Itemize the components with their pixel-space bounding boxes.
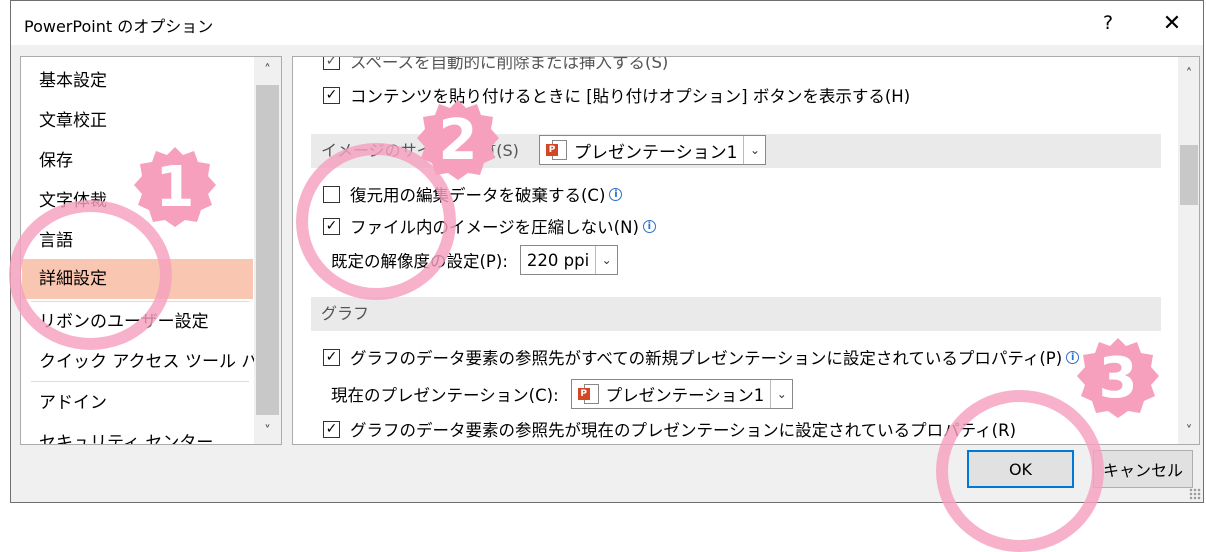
chart-current-prop-checkbox[interactable]: ✓	[323, 420, 340, 438]
window-title: PowerPoint のオプション	[24, 17, 214, 36]
checkmark-icon: ✓	[325, 218, 338, 234]
chart-all-new-label: グラフのデータ要素の参照先がすべての新規プレゼンテーションに設定されているプロパ…	[350, 349, 1063, 368]
sidebar-item-language[interactable]: 言語	[22, 221, 253, 261]
info-icon: i	[609, 187, 623, 201]
title-bar: PowerPoint のオプション ? ✕	[11, 1, 1203, 45]
help-button[interactable]: ?	[1088, 1, 1128, 45]
paste-options-label: コンテンツを貼り付けるときに [貼り付けオプション] ボタンを表示する(H)	[350, 87, 911, 106]
image-section-label: イメージのサイズと画質(S)	[321, 141, 519, 160]
current-presentation-row: 現在のプレゼンテーション(C): P プレゼンテーション1 ⌄	[331, 379, 794, 409]
sidebar-item-addins[interactable]: アドイン	[22, 383, 253, 423]
no-compress-checkbox[interactable]: ✓	[323, 217, 340, 235]
no-compress-label: ファイル内のイメージを圧縮しない(N)	[350, 218, 639, 237]
sidebar-item-trust-center[interactable]: セキュリティ センター	[22, 423, 253, 444]
content-scrollbar[interactable]: ˄ ˅	[1178, 57, 1199, 444]
scroll-up-icon[interactable]: ˄	[1178, 61, 1199, 87]
checkbox[interactable]: ✓	[323, 56, 340, 70]
resolution-value: 220 ppi	[526, 250, 590, 270]
sidebar-item-proofing[interactable]: 文章校正	[22, 101, 253, 141]
cut-off-option-row[interactable]: ✓ スペースを自動的に削除または挿入する(S)	[323, 56, 669, 75]
resize-grip-icon[interactable]	[1189, 488, 1201, 500]
sidebar-scrollbar[interactable]: ˄ ˅	[254, 57, 281, 444]
checkmark-icon: ✓	[325, 87, 338, 103]
scroll-up-icon[interactable]: ˄	[254, 57, 281, 83]
sidebar-item-general[interactable]: 基本設定	[22, 61, 253, 101]
chart-all-new-row[interactable]: ✓ グラフのデータ要素の参照先がすべての新規プレゼンテーションに設定されているプ…	[323, 343, 1080, 371]
current-presentation-value: プレゼンテーション1	[605, 386, 765, 405]
checkmark-icon: ✓	[325, 56, 338, 69]
paste-options-row[interactable]: ✓ コンテンツを貼り付けるときに [貼り付けオプション] ボタンを表示する(H)	[323, 81, 910, 109]
chevron-down-icon: ⌄	[743, 136, 765, 164]
sidebar-item-customize-ribbon[interactable]: リボンのユーザー設定	[22, 302, 253, 342]
resolution-row: 既定の解像度の設定(P): 220 ppi ⌄	[331, 245, 619, 275]
paste-options-checkbox[interactable]: ✓	[323, 86, 340, 104]
discard-editing-label: 復元用の編集データを破棄する(C)	[350, 186, 606, 205]
sidebar-scroll-thumb[interactable]	[256, 85, 279, 415]
sidebar-item-save[interactable]: 保存	[22, 141, 253, 181]
checkmark-icon: ✓	[325, 421, 338, 437]
chart-all-new-checkbox[interactable]: ✓	[323, 348, 340, 366]
no-compress-row[interactable]: ✓ ファイル内のイメージを圧縮しない(N) i	[323, 212, 656, 240]
discard-editing-row[interactable]: 復元用の編集データを破棄する(C) i	[323, 180, 623, 208]
content-scroll-thumb[interactable]	[1180, 145, 1198, 205]
chevron-down-icon: ⌄	[595, 246, 617, 274]
resolution-select[interactable]: 220 ppi ⌄	[519, 245, 619, 275]
current-presentation-select[interactable]: P プレゼンテーション1 ⌄	[570, 379, 794, 409]
chevron-down-icon: ⌄	[770, 380, 792, 408]
options-dialog: PowerPoint のオプション ? ✕ 基本設定 文章校正 保存 文字体裁 …	[10, 0, 1204, 503]
chart-current-prop-row[interactable]: ✓ グラフのデータ要素の参照先が現在のプレゼンテーションに設定されているプロパテ…	[323, 415, 1016, 443]
current-presentation-label: 現在のプレゼンテーション(C):	[331, 386, 559, 405]
sidebar-divider	[31, 381, 249, 382]
chart-section-label: グラフ	[321, 304, 370, 323]
chart-section-header: グラフ	[311, 297, 1161, 331]
discard-editing-checkbox[interactable]	[323, 185, 340, 203]
image-presentation-select[interactable]: P プレゼンテーション1 ⌄	[539, 135, 767, 165]
powerpoint-file-icon: P	[577, 383, 600, 405]
cancel-button[interactable]: キャンセル	[1093, 450, 1193, 488]
scroll-down-icon[interactable]: ˅	[1178, 418, 1199, 444]
image-presentation-value: プレゼンテーション1	[574, 142, 738, 163]
sidebar-item-advanced[interactable]: 詳細設定	[22, 259, 253, 299]
close-button[interactable]: ✕	[1148, 1, 1196, 45]
chart-current-prop-label: グラフのデータ要素の参照先が現在のプレゼンテーションに設定されているプロパティ(…	[350, 421, 1017, 440]
sidebar-item-typography[interactable]: 文字体裁	[22, 181, 253, 221]
info-icon: i	[642, 219, 656, 233]
scroll-down-icon[interactable]: ˅	[254, 418, 281, 444]
category-sidebar: 基本設定 文章校正 保存 文字体裁 言語 詳細設定 リボンのユーザー設定 クイッ…	[20, 56, 282, 445]
powerpoint-file-icon: P	[546, 139, 568, 161]
resolution-label: 既定の解像度の設定(P):	[331, 252, 508, 271]
checkmark-icon: ✓	[325, 349, 338, 365]
info-icon: i	[1066, 350, 1080, 364]
settings-panel: ✓ スペースを自動的に削除または挿入する(S) ✓ コンテンツを貼り付けるときに…	[292, 56, 1200, 445]
sidebar-item-quick-access[interactable]: クイック アクセス ツール バー	[22, 342, 275, 382]
option-label: スペースを自動的に削除または挿入する(S)	[350, 56, 669, 72]
ok-button[interactable]: OK	[967, 450, 1074, 488]
